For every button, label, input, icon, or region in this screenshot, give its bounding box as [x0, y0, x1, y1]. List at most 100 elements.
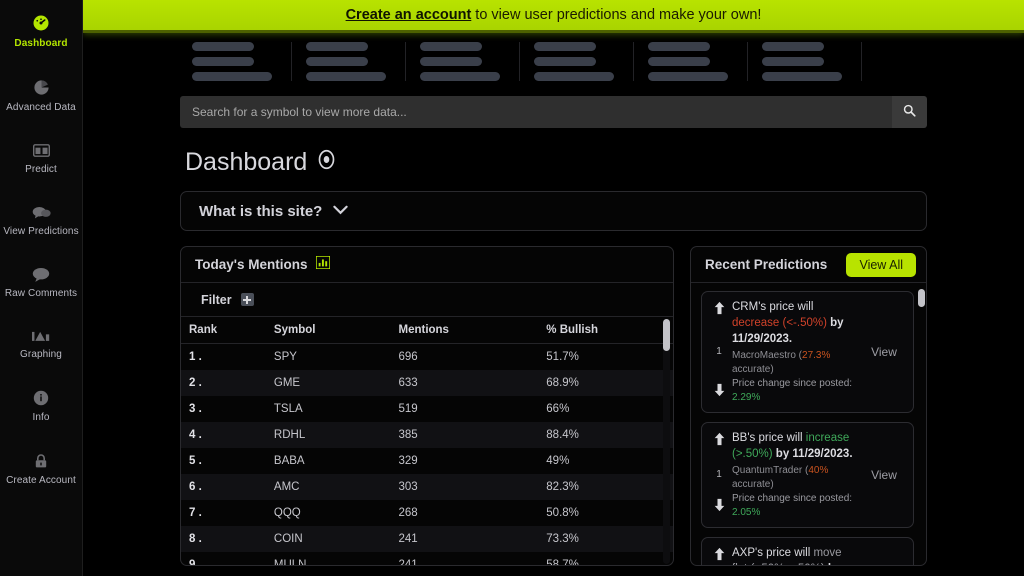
prediction-author: QuantumTrader (40% accurate) [732, 464, 857, 492]
column-header-bullish[interactable]: % Bullish [546, 317, 673, 344]
vote-count: 1 [716, 346, 722, 357]
pie-chart-icon [33, 79, 50, 96]
prediction-by: by [772, 448, 793, 460]
arrow-down-icon[interactable] [713, 383, 726, 402]
table-row[interactable]: 5 . BABA 329 49% [181, 448, 673, 474]
vote-count: 1 [716, 469, 722, 480]
filter-row[interactable]: Filter [181, 283, 673, 317]
sidebar-item-view-predictions[interactable]: View Predictions [0, 199, 82, 242]
sidebar-item-dashboard[interactable]: Dashboard [0, 8, 82, 54]
sidebar-item-info[interactable]: Info [0, 384, 82, 428]
skeleton-bar [534, 72, 614, 81]
column-header-symbol[interactable]: Symbol [273, 317, 399, 344]
table-row[interactable]: 6 . AMC 303 82.3% [181, 474, 673, 500]
sidebar-item-label: Create Account [6, 475, 76, 486]
prediction-statement: AXP's price will move flat (-.50% - .50%… [732, 545, 857, 565]
skeleton-bar [420, 57, 482, 66]
sidebar-item-advanced-data[interactable]: Advanced Data [0, 73, 82, 118]
search-button[interactable] [892, 96, 927, 128]
search-icon [903, 104, 916, 120]
skeleton-bar [192, 42, 254, 51]
table-header-row: Rank Symbol Mentions % Bullish [181, 317, 673, 344]
prediction-by: by [825, 563, 841, 565]
accordion-title: What is this site? [199, 202, 323, 220]
sidebar-item-graphing[interactable]: Graphing [0, 323, 82, 365]
vote-column: 1 [706, 430, 732, 520]
sidebar-item-raw-comments[interactable]: Raw Comments [0, 261, 82, 304]
author-accuracy: 40% [808, 465, 829, 476]
cell-bullish: 51.7% [546, 351, 579, 363]
cell-rank: 2 . [181, 370, 274, 396]
mentions-table: Rank Symbol Mentions % Bullish 1 . SPY 6… [181, 317, 673, 566]
cell-mentions: 241 [398, 559, 418, 566]
author-accuracy: 27.3% [802, 350, 831, 361]
table-row[interactable]: 8 . COIN 241 73.3% [181, 526, 673, 552]
author-name: MacroMaestro ( [732, 350, 803, 361]
cell-bullish: 68.9% [546, 370, 673, 396]
table-row[interactable]: 4 . RDHL 385 88.4% [181, 422, 673, 448]
prediction-symbol-prefix: BB's price will [732, 432, 806, 444]
banner-create-account-link[interactable]: Create an account [346, 7, 472, 23]
table-row[interactable]: 7 . QQQ 268 50.8% [181, 500, 673, 526]
table-row[interactable]: 3 . TSLA 519 66% [181, 396, 673, 422]
prediction-card[interactable]: 1 BB's price will increase (>.50%) by 11… [701, 422, 914, 528]
comments-icon [32, 205, 51, 220]
ticker-skeleton-cell [534, 42, 634, 81]
prediction-view-link[interactable]: View [861, 430, 907, 520]
cell-mentions: 329 [398, 455, 418, 467]
skeleton-bar [762, 57, 824, 66]
skeleton-bar [534, 42, 596, 51]
cell-rank: 8 . [181, 526, 274, 552]
table-row[interactable]: 1 . SPY 696 51.7% [181, 344, 673, 371]
author-suffix: accurate) [732, 479, 774, 490]
prediction-direction: decrease (<-.50%) [732, 317, 827, 329]
search-input[interactable] [180, 96, 892, 128]
prediction-body: CRM's price will decrease (<-.50%) by 11… [732, 299, 861, 405]
content-column: Dashboard What is this site? Today's Men… [83, 96, 1024, 566]
cell-rank: 6 . [181, 474, 274, 500]
mentions-scrollbar-track[interactable] [663, 319, 670, 564]
main-area: Create an account to view user predictio… [83, 0, 1024, 576]
cell-mentions: 696 [398, 351, 418, 363]
cell-symbol: QQQ [273, 507, 301, 519]
predictions-list[interactable]: 1 CRM's price will decrease (<-.50%) by … [691, 283, 926, 565]
prediction-view-link[interactable]: View [861, 299, 907, 405]
arrow-down-icon[interactable] [713, 498, 726, 517]
change-value: 2.05% [732, 507, 761, 518]
mentions-table-scroll[interactable]: Rank Symbol Mentions % Bullish 1 . SPY 6… [181, 317, 673, 566]
cell-rank: 7 . [189, 507, 202, 519]
sidebar: Dashboard Advanced Data Predict View Pre… [0, 0, 83, 576]
skeleton-bar [306, 72, 386, 81]
ticker-skeleton-strip [180, 33, 1024, 89]
filter-label: Filter [201, 292, 232, 307]
table-row[interactable]: 9 . MULN 241 58.7% [181, 552, 673, 566]
arrow-up-icon[interactable] [713, 547, 726, 565]
sidebar-item-create-account[interactable]: Create Account [0, 447, 82, 491]
cell-mentions: 268 [398, 507, 418, 519]
prediction-view-link[interactable]: View [861, 545, 907, 565]
gauge-icon [32, 14, 50, 32]
what-is-this-site-accordion[interactable]: What is this site? [180, 191, 927, 231]
prediction-card[interactable]: 1 CRM's price will decrease (<-.50%) by … [701, 291, 914, 413]
cell-symbol: COIN [273, 526, 399, 552]
skeleton-bar [192, 72, 272, 81]
arrow-up-icon[interactable] [713, 432, 726, 451]
page-title: Dashboard [185, 148, 927, 177]
predictions-scrollbar-thumb[interactable] [918, 289, 925, 307]
sidebar-item-predict[interactable]: Predict [0, 137, 82, 180]
column-header-rank[interactable]: Rank [181, 317, 274, 344]
cell-symbol: MULN [273, 559, 307, 566]
sidebar-item-label: Raw Comments [4, 288, 78, 299]
prediction-card[interactable]: 1 AXP's price will move flat (-.50% - .5… [701, 537, 914, 565]
plus-square-icon[interactable] [240, 293, 254, 306]
cell-mentions: 519 [398, 403, 418, 415]
mentions-scrollbar-thumb[interactable] [663, 319, 670, 351]
table-row[interactable]: 2 . GME 633 68.9% [181, 370, 673, 396]
arrow-up-icon[interactable] [713, 301, 726, 320]
author-name: QuantumTrader ( [732, 465, 809, 476]
bar-chart-icon [315, 254, 332, 274]
column-header-mentions[interactable]: Mentions [398, 317, 547, 344]
target-icon [316, 148, 337, 177]
change-label: Price change since posted: [732, 378, 853, 389]
view-all-button[interactable]: View All [846, 252, 916, 277]
